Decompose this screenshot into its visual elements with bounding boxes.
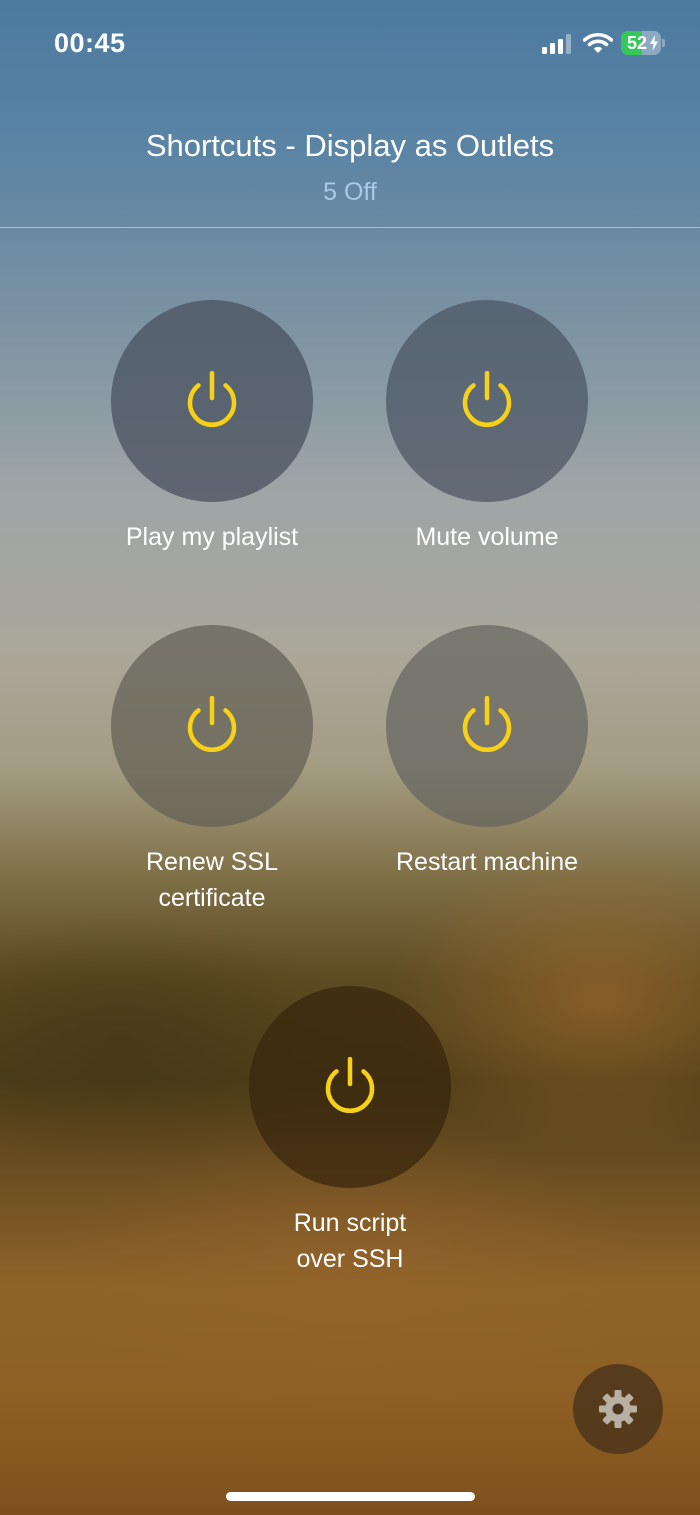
battery-indicator: 52 <box>621 31 665 57</box>
outlet-power-button[interactable] <box>386 300 588 502</box>
battery-body: 52 <box>621 31 661 55</box>
outlet-label: Mute volume <box>415 523 559 551</box>
battery-percent: 52 <box>626 33 648 53</box>
page-header: Shortcuts - Display as Outlets 5 Off <box>0 120 700 212</box>
outlet-tile: Run script over SSH <box>230 986 470 1277</box>
settings-button[interactable] <box>573 1364 663 1454</box>
outlets-status-summary: 5 Off <box>323 178 377 206</box>
outlet-label: Restart machine <box>395 848 579 876</box>
header-divider <box>0 227 700 228</box>
outlet-tile: Restart machine <box>367 625 607 880</box>
outlet-power-button[interactable] <box>111 300 313 502</box>
outlet-label: Renew SSL certificate <box>145 848 279 912</box>
gear-icon <box>599 1390 637 1428</box>
page-title: Shortcuts - Display as Outlets <box>145 128 555 163</box>
outlet-power-button[interactable] <box>386 625 588 827</box>
wifi-icon <box>583 32 613 53</box>
status-bar: 00:45 52 <box>0 0 700 90</box>
outlet-label: Run script over SSH <box>293 1209 407 1273</box>
status-time: 00:45 <box>54 28 126 58</box>
power-icon <box>462 371 512 428</box>
power-icon <box>462 696 512 753</box>
outlet-tile: Play my playlist <box>92 300 332 555</box>
charging-bolt-icon <box>650 35 658 51</box>
cellular-signal-icon <box>542 34 571 54</box>
outlet-power-button[interactable] <box>111 625 313 827</box>
outlet-tile: Mute volume <box>367 300 607 555</box>
battery-cap <box>662 39 665 47</box>
power-icon <box>187 371 237 428</box>
home-indicator <box>226 1492 475 1501</box>
outlet-label: Play my playlist <box>125 523 299 551</box>
power-icon <box>325 1057 375 1114</box>
outlet-power-button[interactable] <box>249 986 451 1188</box>
outlet-tile: Renew SSL certificate <box>92 625 332 916</box>
power-icon <box>187 696 237 753</box>
